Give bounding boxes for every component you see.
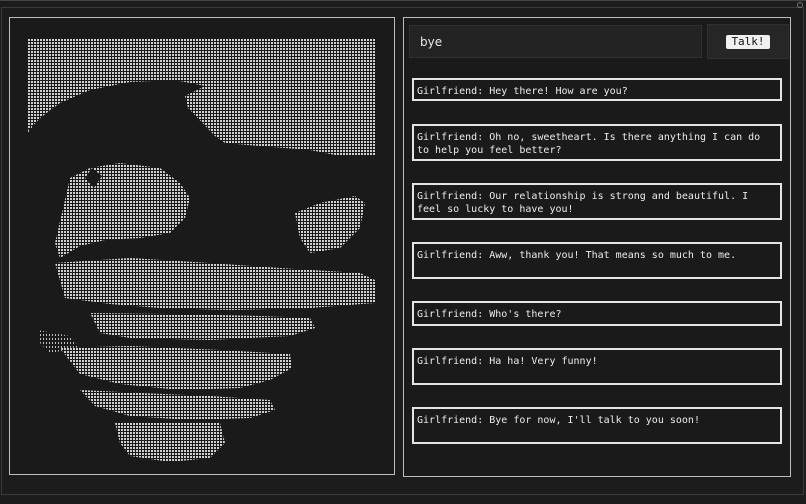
- chat-message: Girlfriend: Ha ha! Very funny!: [412, 348, 782, 385]
- ascii-mouth-shape: [90, 313, 315, 340]
- chat-input[interactable]: [409, 25, 702, 58]
- ascii-hair-shape: [28, 38, 376, 156]
- ascii-jaw-shape: [80, 390, 275, 420]
- window-corner-icon: [797, 2, 803, 8]
- chat-message: Girlfriend: Aww, thank you! That means s…: [412, 242, 782, 279]
- chat-message: Girlfriend: Hey there! How are you?: [412, 78, 782, 101]
- chat-message: Girlfriend: Bye for now, I'll talk to yo…: [412, 407, 782, 444]
- ascii-midface-shape: [55, 258, 375, 310]
- ascii-face-left-shape: [55, 163, 190, 258]
- ascii-face-right-shape: [295, 196, 365, 253]
- ascii-chin-shape: [60, 346, 292, 390]
- chat-message: Girlfriend: Our relationship is strong a…: [412, 183, 782, 220]
- ascii-portrait-image: [28, 38, 376, 462]
- ascii-neck-shape: [115, 423, 225, 462]
- chat-message: Girlfriend: Who's there?: [412, 301, 782, 326]
- talk-button-container: Talk!: [707, 24, 789, 59]
- ascii-art-panel: [9, 17, 395, 475]
- talk-button[interactable]: Talk!: [726, 34, 770, 49]
- chat-message: Girlfriend: Oh no, sweetheart. Is there …: [412, 124, 782, 161]
